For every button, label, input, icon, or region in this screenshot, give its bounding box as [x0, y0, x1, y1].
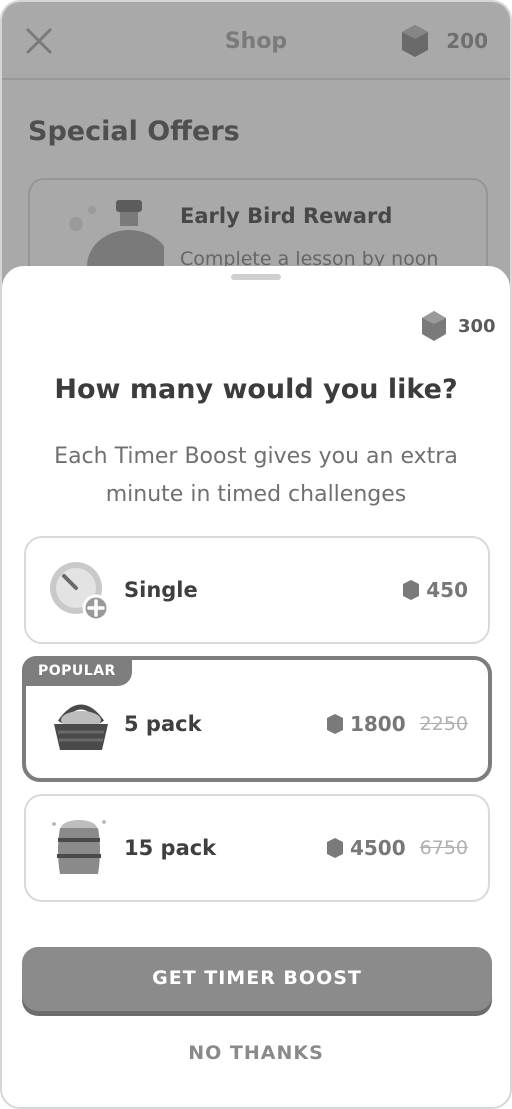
- page-title: Shop: [224, 29, 288, 54]
- option-label: Single: [124, 578, 198, 602]
- purchase-sheet: 300 How many would you like? Each Timer …: [2, 266, 510, 1107]
- section-title: Special Offers: [28, 116, 240, 147]
- gem-icon: [326, 838, 343, 858]
- sheet-title: How many would you like?: [54, 374, 458, 405]
- popular-badge: POPULAR: [22, 656, 132, 686]
- sheet-description: Each Timer Boost gives you an extra minu…: [54, 444, 458, 507]
- price-value: 1800: [349, 712, 406, 736]
- gem-balance: 300: [458, 316, 496, 337]
- option-single[interactable]: Single 450: [24, 536, 490, 644]
- option-price: 1800 2250: [326, 712, 468, 736]
- timer-plus-icon: [50, 562, 110, 622]
- app-frame: Shop 200 Special Offers Early Bird Rewar…: [0, 0, 512, 1109]
- gem-icon: [422, 311, 446, 341]
- gem-icon: [402, 25, 428, 57]
- option-label: 15 pack: [124, 836, 217, 860]
- top-bar: Shop 200: [2, 2, 510, 80]
- original-price: 6750: [419, 837, 468, 859]
- no-thanks-button[interactable]: NO THANKS: [2, 1042, 510, 1064]
- option-price: 450: [402, 578, 468, 602]
- option-15-pack[interactable]: 15 pack 4500 6750: [24, 794, 490, 902]
- offer-title: Early Bird Reward: [180, 204, 393, 228]
- gem-icon: [403, 580, 420, 600]
- shop-background: Shop 200 Special Offers Early Bird Rewar…: [2, 2, 510, 338]
- gem-icon: [326, 714, 343, 734]
- price-value: 4500: [349, 836, 406, 860]
- gem-balance: 200: [446, 29, 488, 53]
- drag-handle[interactable]: [231, 274, 281, 280]
- original-price: 2250: [419, 713, 468, 735]
- price-value: 450: [426, 578, 468, 602]
- barrel-icon: [52, 820, 106, 874]
- option-label: 5 pack: [124, 712, 202, 736]
- option-5-pack[interactable]: POPULAR 5 pack 1800 2250: [22, 656, 492, 782]
- option-price: 4500 6750: [326, 836, 468, 860]
- basket-icon: [54, 704, 108, 750]
- get-timer-boost-button[interactable]: GET TIMER BOOST: [22, 947, 492, 1011]
